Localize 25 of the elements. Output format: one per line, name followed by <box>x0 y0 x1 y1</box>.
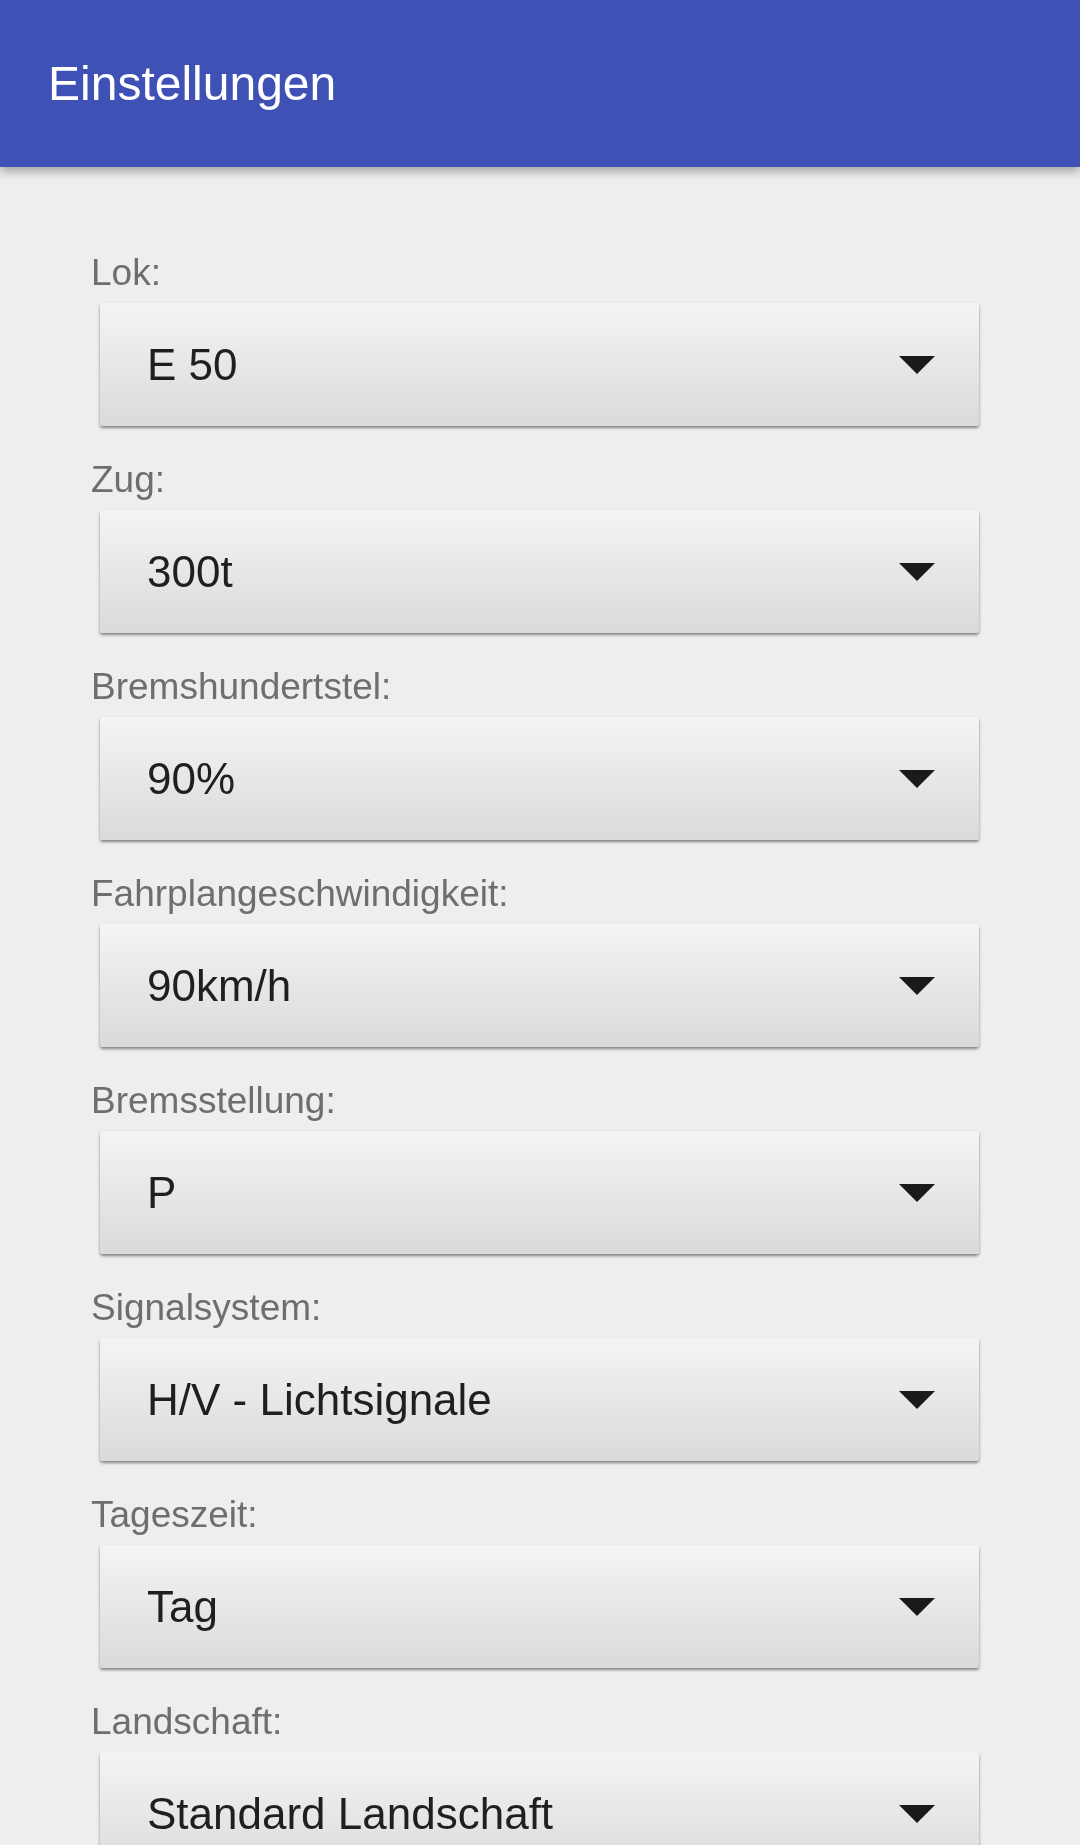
setting-label: Fahrplangeschwindigkeit: <box>91 872 509 916</box>
setting-label: Bremsstellung: <box>91 1079 336 1123</box>
caret-icon <box>899 1183 935 1202</box>
setting-label: Signalsystem: <box>91 1286 322 1330</box>
dropdown[interactable]: H/V - Lichtsignale <box>100 1338 979 1461</box>
dropdown[interactable]: Standard Landschaft <box>100 1752 979 1845</box>
caret-icon <box>899 1804 935 1823</box>
app-bar-title: Einstellungen <box>48 56 337 111</box>
dropdown[interactable]: 90km/h <box>100 924 979 1047</box>
caret-icon <box>899 976 935 995</box>
setting-label: Landschaft: <box>91 1700 283 1744</box>
dropdown[interactable]: 90% <box>100 717 979 840</box>
setting-label: Tageszeit: <box>91 1493 258 1537</box>
caret-icon <box>899 562 935 581</box>
setting-label: Bremshundertstel: <box>91 665 392 709</box>
caret-icon <box>899 1390 935 1409</box>
dropdown[interactable]: E 50 <box>100 303 979 426</box>
setting-label: Lok: <box>91 251 161 295</box>
dropdown[interactable]: Tag <box>100 1545 979 1668</box>
dropdown[interactable]: P <box>100 1131 979 1254</box>
caret-icon <box>899 769 935 788</box>
caret-icon <box>899 355 935 374</box>
caret-icon <box>899 1597 935 1616</box>
dropdown[interactable]: 300t <box>100 510 979 633</box>
setting-label: Zug: <box>91 458 166 502</box>
